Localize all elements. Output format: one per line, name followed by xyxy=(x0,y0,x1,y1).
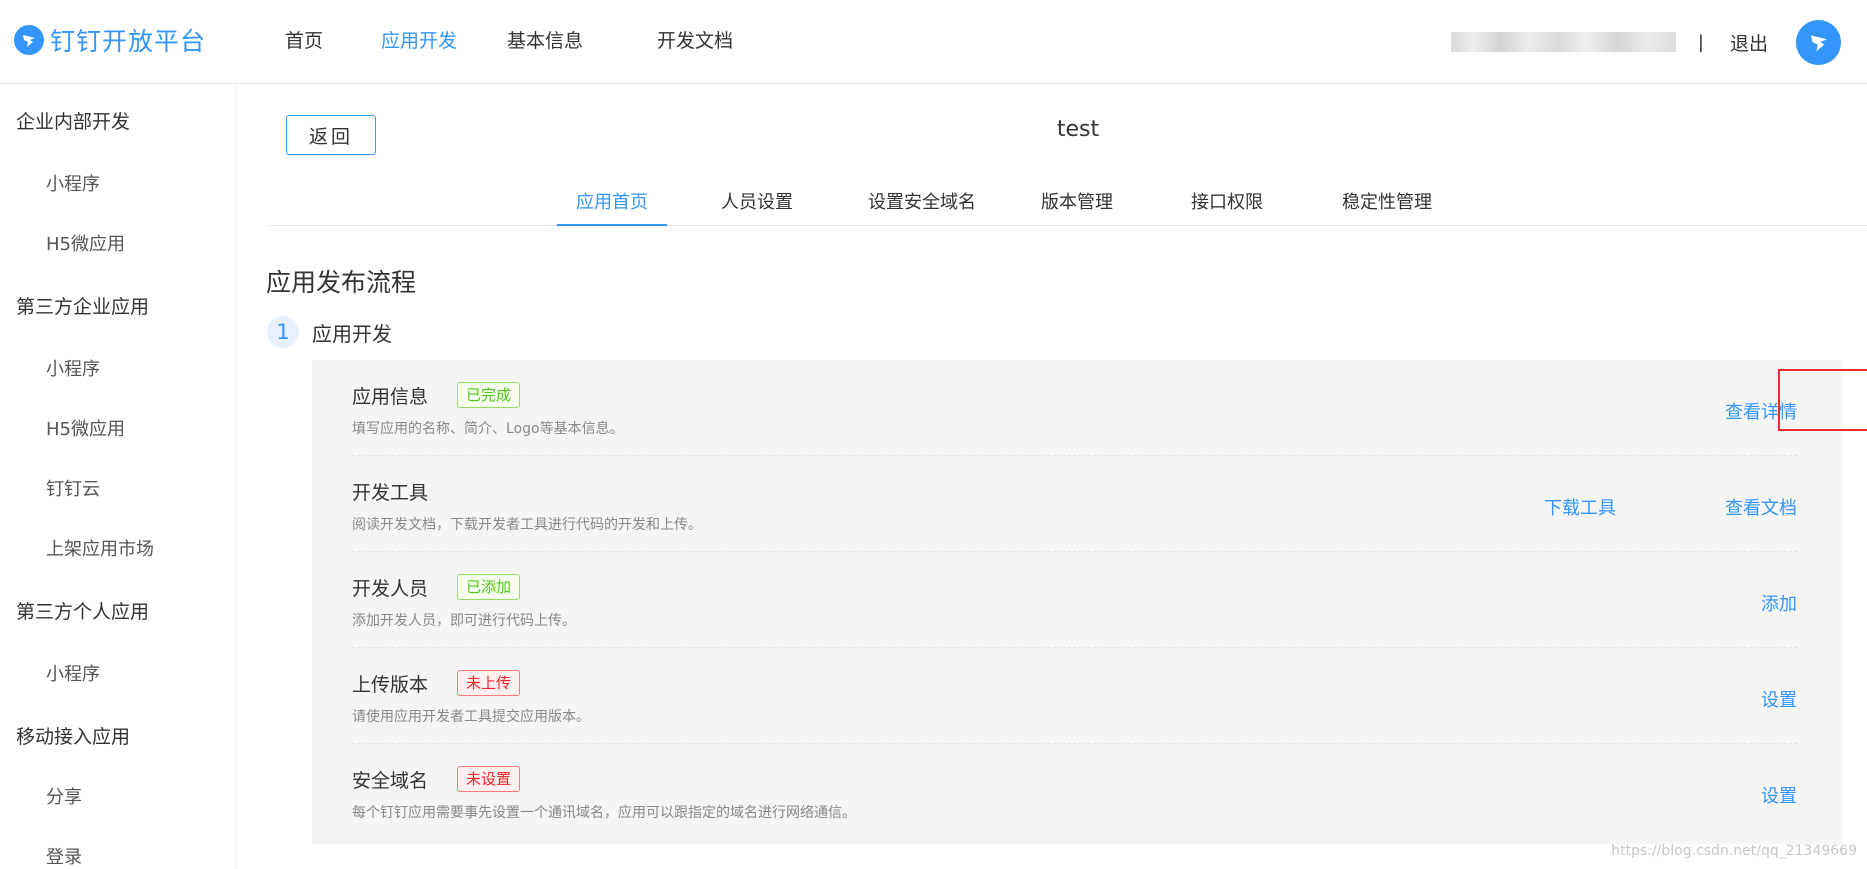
settings-link[interactable]: 设置 xyxy=(1761,782,1797,808)
status-badge: 已完成 xyxy=(457,382,521,408)
top-nav: 首页 应用开发 基本信息 开发文档 xyxy=(285,0,767,84)
tab-api-permission[interactable]: 接口权限 xyxy=(1167,188,1287,226)
add-link[interactable]: 添加 xyxy=(1761,590,1797,616)
dingtalk-logo-icon xyxy=(14,25,44,55)
status-badge: 未上传 xyxy=(457,670,521,696)
separator: | xyxy=(1697,31,1704,53)
tab-version[interactable]: 版本管理 xyxy=(1017,188,1137,226)
row-title: 应用信息 xyxy=(352,386,429,408)
list-item-dev-tools: 开发工具 阅读开发文档，下载开发者工具进行代码的开发和上传。 下载工具 查看文档 xyxy=(352,456,1797,552)
row-title: 安全域名 xyxy=(352,770,429,792)
sidebar-group-third-party-enterprise[interactable]: 第三方企业应用 xyxy=(16,292,149,319)
sidebar-item-mini-program[interactable]: 小程序 xyxy=(46,355,100,381)
download-tool-link[interactable]: 下载工具 xyxy=(1544,494,1616,520)
status-badge: 未设置 xyxy=(457,766,521,792)
view-docs-link[interactable]: 查看文档 xyxy=(1725,494,1797,520)
row-title: 上传版本 xyxy=(352,674,429,696)
avatar[interactable] xyxy=(1796,19,1841,65)
row-description: 阅读开发文档，下载开发者工具进行代码的开发和上传。 xyxy=(352,517,702,533)
tab-security-domain[interactable]: 设置安全域名 xyxy=(847,188,997,226)
status-badge: 已添加 xyxy=(457,574,521,600)
user-area: | 退出 xyxy=(1450,0,1867,84)
sidebar-group-mobile-access[interactable]: 移动接入应用 xyxy=(16,722,130,749)
row-description: 每个钉钉应用需要事先设置一个通讯域名，应用可以跟指定的域名进行网络通信。 xyxy=(352,805,856,821)
settings-link[interactable]: 设置 xyxy=(1761,686,1797,712)
logo-text: 钉钉开放平台 xyxy=(50,27,207,56)
app-title: test xyxy=(1056,117,1100,142)
sidebar-item-dingtalk-cloud[interactable]: 钉钉云 xyxy=(46,475,100,501)
highlight-box xyxy=(1778,369,1867,431)
dingtalk-avatar-icon xyxy=(1810,35,1827,52)
sidebar-item-h5[interactable]: H5微应用 xyxy=(46,230,125,256)
section-title: 应用发布流程 xyxy=(266,268,417,297)
nav-app-dev[interactable]: 应用开发 xyxy=(381,0,507,84)
sidebar-item-app-market[interactable]: 上架应用市场 xyxy=(46,535,154,561)
sidebar-item-h5[interactable]: H5微应用 xyxy=(46,415,125,441)
watermark: https://blog.csdn.net/qq_21349669 xyxy=(1611,843,1857,859)
step-label: 应用开发 xyxy=(312,321,392,346)
sidebar-item-mini-program[interactable]: 小程序 xyxy=(46,170,100,196)
list-item-security-domain: 安全域名 未设置 每个钉钉应用需要事先设置一个通讯域名，应用可以跟指定的域名进行… xyxy=(352,744,1797,840)
step-number: 1 xyxy=(267,316,299,348)
sidebar-group-internal[interactable]: 企业内部开发 xyxy=(16,107,130,134)
nav-dev-docs[interactable]: 开发文档 xyxy=(657,0,767,84)
row-description: 添加开发人员，即可进行代码上传。 xyxy=(352,613,576,629)
row-description: 请使用应用开发者工具提交应用版本。 xyxy=(352,709,590,725)
step-panel: 应用信息 已完成 填写应用的名称、简介、Logo等基本信息。 查看详情 开发工具… xyxy=(312,360,1867,844)
row-title: 开发人员 xyxy=(352,578,429,600)
sidebar: 企业内部开发 小程序 H5微应用 第三方企业应用 小程序 H5微应用 钉钉云 上… xyxy=(0,85,236,869)
step-header: 1 应用开发 xyxy=(267,316,392,348)
blurred-username xyxy=(1450,32,1676,52)
list-item-upload-version: 上传版本 未上传 请使用应用开发者工具提交应用版本。 设置 xyxy=(352,648,1797,744)
row-title: 开发工具 xyxy=(352,482,429,504)
sidebar-group-third-party-personal[interactable]: 第三方个人应用 xyxy=(16,597,149,624)
sidebar-item-share[interactable]: 分享 xyxy=(46,783,82,809)
list-item-app-info: 应用信息 已完成 填写应用的名称、简介、Logo等基本信息。 查看详情 xyxy=(352,360,1797,456)
sidebar-item-mini-program[interactable]: 小程序 xyxy=(46,660,100,686)
nav-basic-info[interactable]: 基本信息 xyxy=(507,0,657,84)
logo[interactable]: 钉钉开放平台 xyxy=(14,22,206,58)
row-description: 填写应用的名称、简介、Logo等基本信息。 xyxy=(352,421,624,437)
tab-personnel[interactable]: 人员设置 xyxy=(697,188,817,226)
top-bar: 钉钉开放平台 首页 应用开发 基本信息 开发文档 | 退出 xyxy=(0,0,1867,84)
main-content: 返回 test 应用首页 人员设置 设置安全域名 版本管理 接口权限 稳定性管理… xyxy=(237,85,1867,869)
nav-home[interactable]: 首页 xyxy=(285,0,381,84)
logout-link[interactable]: 退出 xyxy=(1730,29,1768,56)
list-item-developers: 开发人员 已添加 添加开发人员，即可进行代码上传。 添加 xyxy=(352,552,1797,648)
tab-bar: 应用首页 人员设置 设置安全域名 版本管理 接口权限 稳定性管理 xyxy=(267,188,1867,226)
tab-app-home[interactable]: 应用首页 xyxy=(557,188,667,226)
sidebar-item-login[interactable]: 登录 xyxy=(46,843,82,869)
tab-stability[interactable]: 稳定性管理 xyxy=(1317,188,1457,226)
